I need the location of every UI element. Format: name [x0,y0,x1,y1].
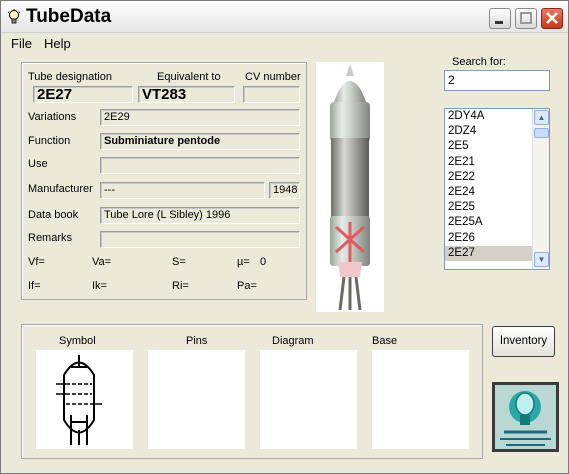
year-field: 1948 [269,182,300,199]
base-label: Base [372,335,398,347]
variations-field: 2E29 [100,109,300,126]
diagram-label: Diagram [272,335,314,347]
symbol-label: Symbol [59,335,96,347]
cv-number-label: CV number [245,71,301,83]
scroll-thumb[interactable] [534,128,549,138]
tube-photo [316,62,384,312]
mu-value: 0 [260,256,267,268]
menu-bar: File Help [1,33,568,53]
diagram-box [260,350,357,449]
scroll-up-button[interactable]: ▲ [534,110,549,125]
minimize-button[interactable] [489,8,511,29]
pins-box [148,350,245,449]
minimize-icon [495,21,503,24]
close-button[interactable] [541,8,563,29]
s-param: S= [172,256,186,268]
tube-logo-icon[interactable] [492,382,559,452]
tube-designation-label: Tube designation [28,71,112,83]
base-box [372,350,469,449]
close-icon [546,12,558,24]
search-input[interactable]: 2 [444,70,550,91]
remarks-label: Remarks [28,232,73,244]
window-title: TubeData [26,6,112,27]
va-param: Va= [92,256,112,268]
symbol-box [36,350,133,449]
mu-param: µ= [237,256,250,268]
menu-help[interactable]: Help [44,36,71,51]
list-scrollbar[interactable]: ▲ ▼ [532,109,549,269]
databook-field: Tube Lore (L Sibley) 1996 [100,207,300,224]
variations-label: Variations [28,111,77,123]
maximize-icon [520,12,532,24]
manufacturer-label: Manufacturer [28,183,93,195]
inventory-button[interactable]: Inventory [492,326,555,357]
manufacturer-field: --- [100,182,265,199]
search-label: Search for: [452,56,506,68]
remarks-field [100,231,300,248]
use-label: Use [28,158,48,170]
scroll-down-button[interactable]: ▼ [534,252,549,267]
tube-designation-field: 2E27 [33,86,133,103]
pa-param: Pa= [237,280,257,292]
equivalent-field: VT283 [138,86,235,103]
app-window: TubeData File Help Tube designation Equi… [0,0,569,474]
function-field: Subminiature pentode [100,133,300,150]
ik-param: Ik= [92,280,107,292]
equivalent-label: Equivalent to [157,71,221,83]
function-label: Function [28,135,71,147]
pins-label: Pins [186,335,208,347]
cv-number-field [243,86,300,103]
title-bar[interactable]: TubeData [1,1,568,33]
tube-listbox[interactable]: 2DY4A 2DZ4 2E5 2E21 2E22 2E24 2E25 2E25A 2E26 2E2… [444,108,550,270]
if-param: If= [28,280,41,292]
maximize-button[interactable] [515,8,537,29]
vf-param: Vf= [28,256,45,268]
pentode-symbol-icon [56,355,102,445]
use-field [100,157,300,174]
ri-param: Ri= [172,280,189,292]
databook-label: Data book [28,209,79,221]
menu-file[interactable]: File [11,36,32,51]
lightbulb-icon [7,9,21,24]
